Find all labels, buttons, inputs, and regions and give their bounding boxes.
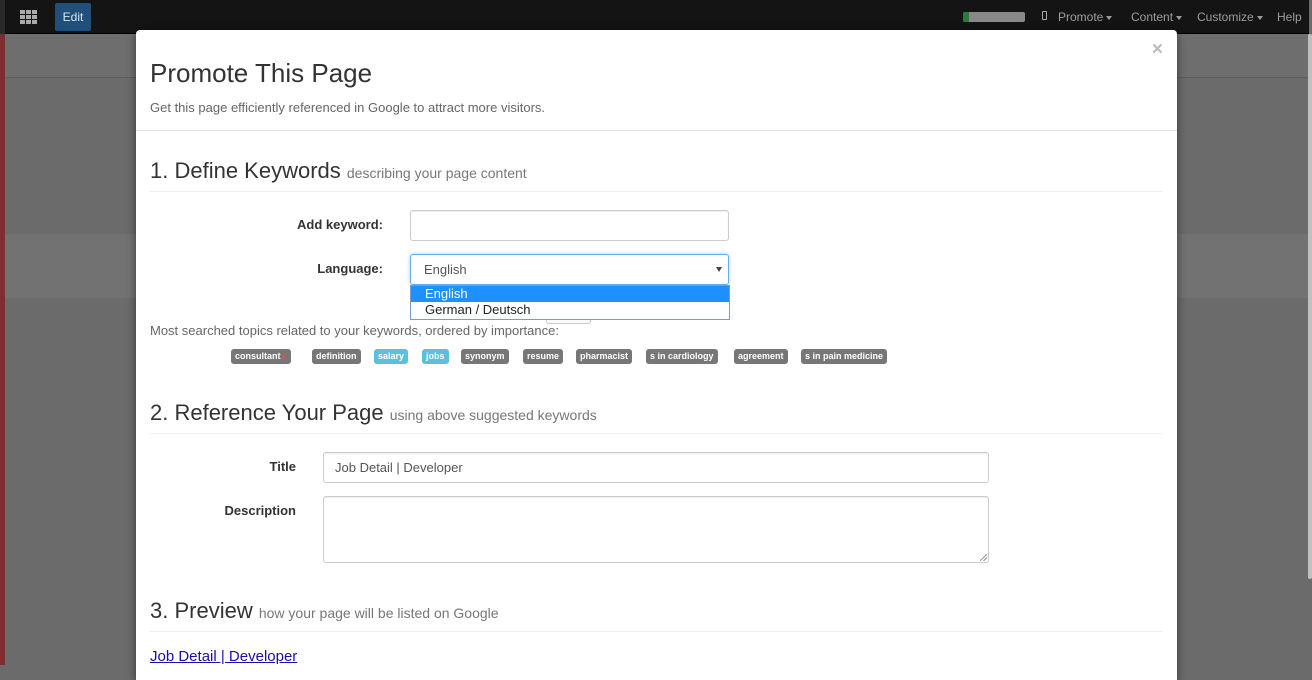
keyword-tag[interactable]: agreement [734,349,788,364]
keyword-tag[interactable]: jobs [422,349,449,364]
description-textarea[interactable] [323,496,989,563]
language-label: Language: [317,261,383,276]
keyword-tag[interactable]: synonym [461,349,509,364]
keyword-tag[interactable]: resume [523,349,564,364]
resize-handle-icon[interactable] [980,554,987,561]
add-keyword-input[interactable] [410,210,729,241]
apps-grid-icon[interactable] [20,10,37,24]
description-label: Description [224,503,296,518]
section-keywords-subtitle: describing your page content [346,165,527,181]
section-preview-heading: 3. Preview how your page will be listed … [150,598,499,624]
language-select[interactable]: English [410,254,729,285]
caret-down-icon [1176,15,1183,20]
progress-bar [963,12,1025,22]
modal-title: Promote This Page [150,58,373,88]
section-divider [150,631,1162,632]
keyword-tag[interactable]: consultantx [231,349,291,364]
menu-customize-label: Customize [1197,10,1254,24]
promote-modal: × Promote This Page Get this page effici… [136,30,1177,680]
header-divider [136,130,1177,131]
section-reference-heading: 2. Reference Your Page using above sugge… [150,400,597,426]
section-reference-title: 2. Reference Your Page [150,400,384,425]
menu-customize[interactable]: Customize [1197,0,1263,34]
keyword-tag[interactable]: salary [374,349,409,364]
remove-keyword-icon[interactable]: x [282,351,287,361]
keyword-tag-label: consultant [235,351,281,361]
menu-content[interactable]: Content [1131,0,1183,34]
title-label: Title [269,459,297,474]
add-keyword-label: Add keyword: [297,217,383,232]
menu-help[interactable]: Help [1277,0,1302,34]
keyword-tag[interactable]: pharmacist [576,349,633,364]
caret-down-icon [1256,15,1263,20]
section-divider [150,433,1162,434]
topics-help-text: Most searched topics related to your key… [150,323,559,338]
menu-content-label: Content [1131,10,1174,24]
keyword-tag[interactable]: s in cardiology [646,349,718,364]
menu-promote-label: Promote [1058,10,1104,24]
preview-title-link[interactable]: Job Detail | Developer [150,648,297,665]
language-dropdown: English German / Deutsch [410,285,730,320]
background-edge [0,0,5,665]
close-icon[interactable]: × [1152,40,1163,60]
title-input[interactable] [323,452,989,483]
dropdown-arrow-icon [716,267,722,272]
keyword-tag[interactable]: definition [312,349,361,364]
page-scrollbar[interactable] [1308,34,1312,579]
caret-down-icon [1106,15,1113,20]
language-option-english[interactable]: English [411,286,729,302]
language-select-value: English [424,262,467,277]
section-keywords-title: 1. Define Keywords [150,158,341,183]
section-reference-subtitle: using above suggested keywords [389,407,597,423]
progress-bar-fill [963,12,970,22]
section-keywords-heading: 1. Define Keywords describing your page … [150,158,527,184]
section-preview-title: 3. Preview [150,598,253,623]
mobile-preview-icon[interactable] [1042,11,1047,20]
modal-subtitle: Get this page efficiently referenced in … [150,100,546,115]
menu-help-label: Help [1277,10,1302,24]
keyword-tag[interactable]: s in pain medicine [801,349,888,364]
section-preview-subtitle: how your page will be listed on Google [258,605,499,621]
language-option-german[interactable]: German / Deutsch [411,302,729,318]
section-divider [150,191,1162,192]
menu-promote[interactable]: Promote [1058,0,1113,34]
edit-button[interactable]: Edit [55,3,91,31]
top-navbar: Edit Promote Content Customize Help [5,0,1309,34]
